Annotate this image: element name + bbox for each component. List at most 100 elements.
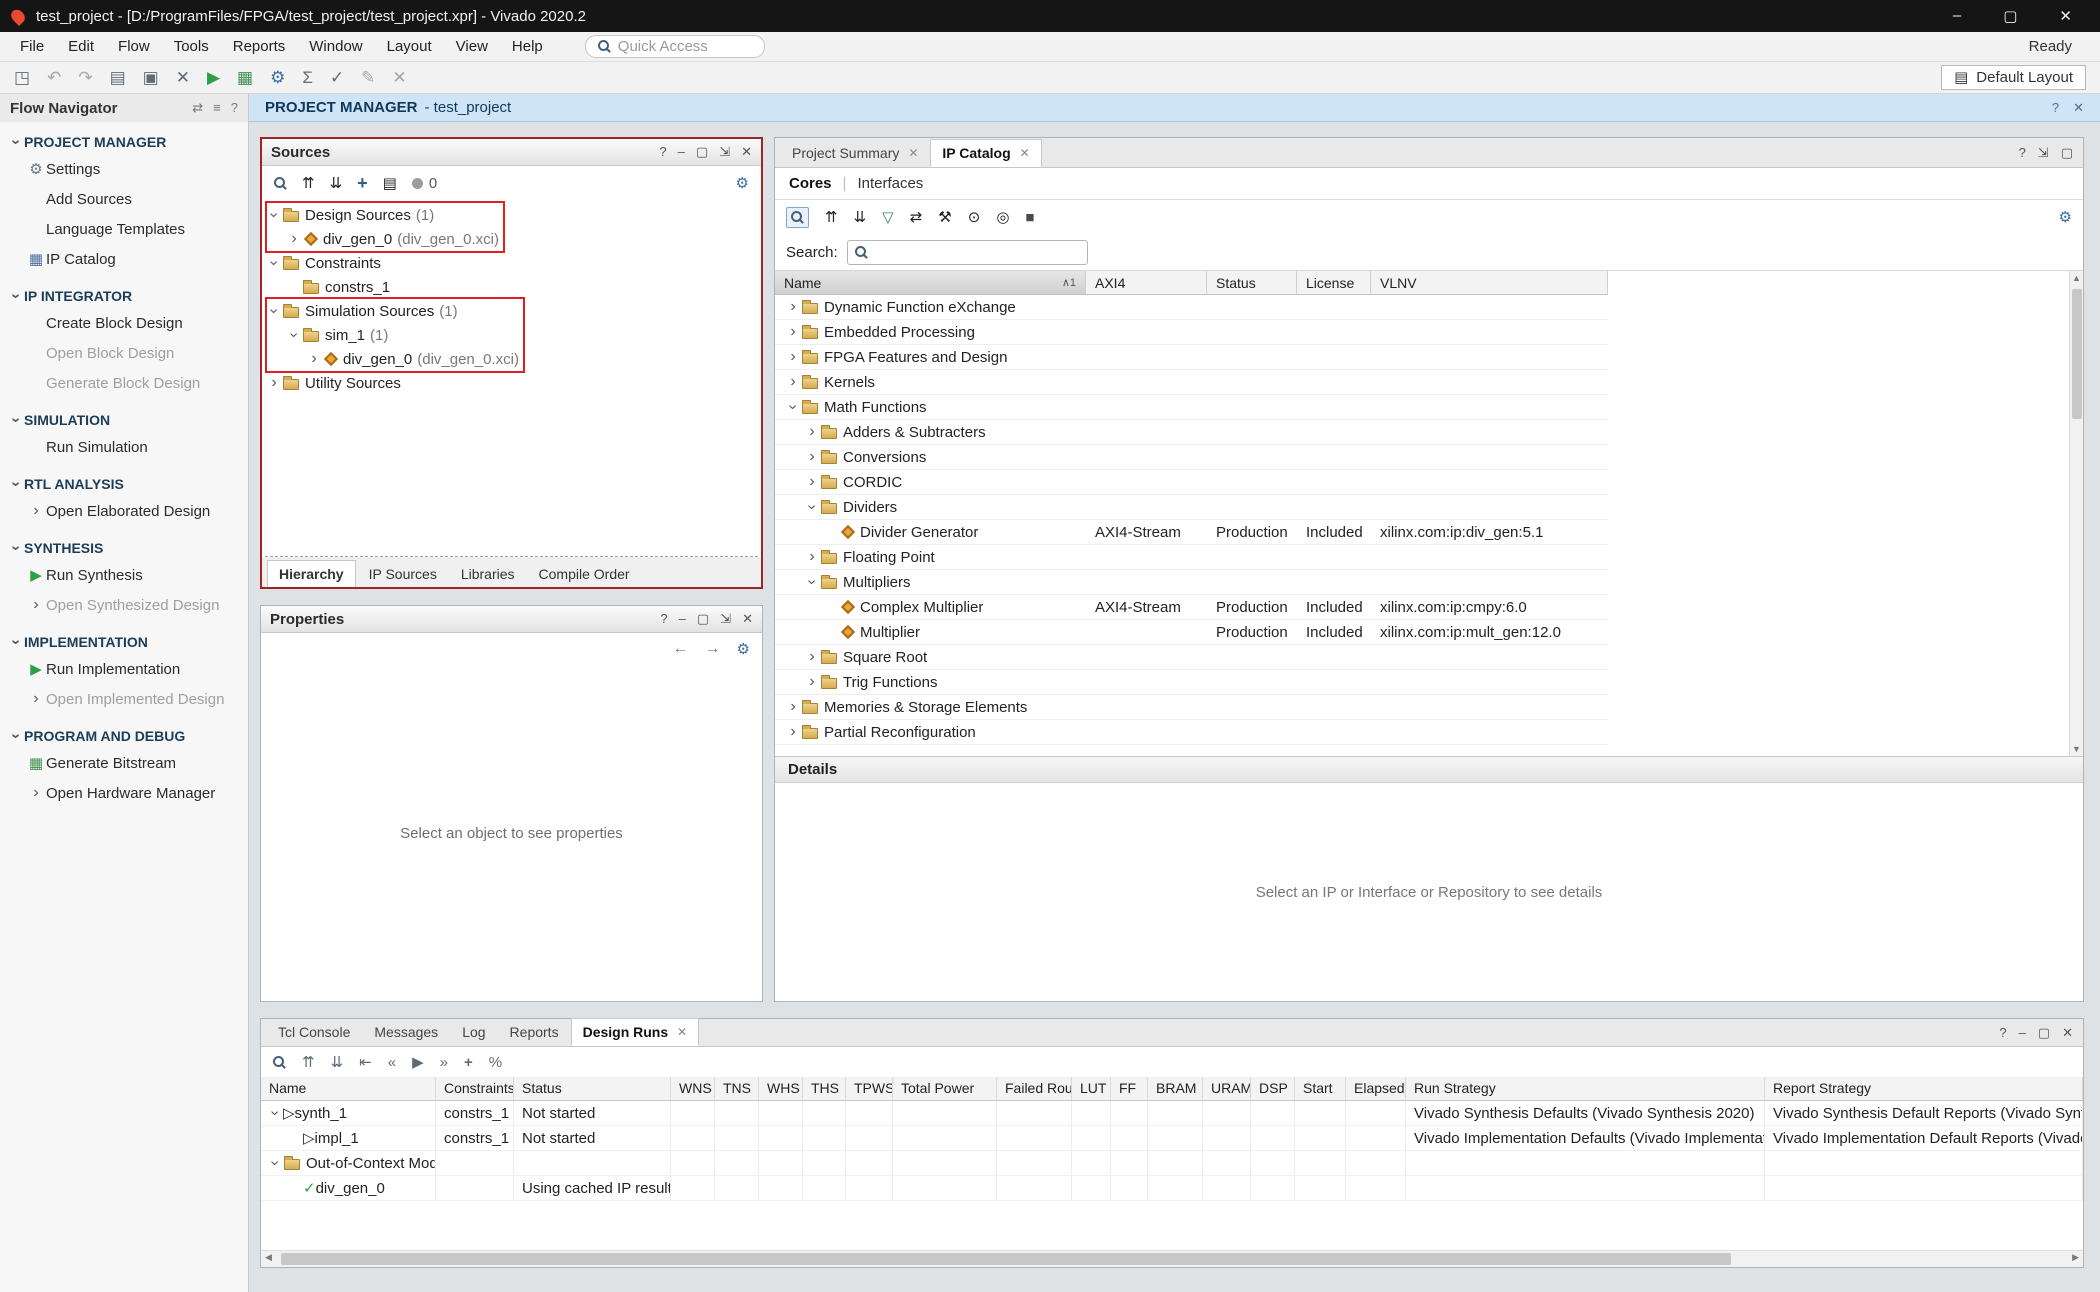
column-header-failed-routes[interactable]: Failed Routes: [997, 1077, 1072, 1101]
flow-item-open-hardware-manager[interactable]: ›Open Hardware Manager: [0, 778, 248, 808]
chevron-right-icon[interactable]: ›: [804, 424, 820, 440]
source-tree-item[interactable]: constrs_1: [262, 275, 761, 299]
sources-tab-libraries[interactable]: Libraries: [450, 561, 526, 587]
subtab-interfaces[interactable]: Interfaces: [857, 175, 923, 192]
chevron-down-icon[interactable]: ›: [267, 1155, 283, 1171]
menu-flow[interactable]: Flow: [106, 34, 162, 59]
chevron-down-icon[interactable]: ›: [267, 1105, 283, 1121]
play-icon[interactable]: ▶: [412, 1055, 424, 1070]
properties-panel-header[interactable]: Properties ?–▢⇲✕: [261, 606, 762, 633]
source-tree-item[interactable]: ›sim_1(1): [262, 323, 761, 347]
catalog-row[interactable]: ›Kernels: [775, 370, 1608, 395]
catalog-row[interactable]: ›Dynamic Function eXchange: [775, 295, 1608, 320]
settings-icon[interactable]: ⚙: [270, 69, 285, 86]
chevron-down-icon[interactable]: ›: [804, 574, 820, 590]
chevron-right-icon[interactable]: ›: [286, 231, 302, 247]
chevron-down-icon[interactable]: ›: [266, 207, 282, 223]
catalog-row[interactable]: Divider GeneratorAXI4-StreamProductionIn…: [775, 520, 1608, 545]
column-header-tpws[interactable]: TPWS: [846, 1077, 893, 1101]
float-icon[interactable]: ⇲: [720, 611, 731, 627]
scrollbar-thumb[interactable]: [281, 1253, 1731, 1265]
expand-all-icon[interactable]: ⇊: [330, 176, 343, 191]
chevron-right-icon[interactable]: ›: [785, 299, 801, 315]
gear-icon[interactable]: ⚙: [737, 642, 750, 657]
menu-file[interactable]: File: [8, 34, 56, 59]
catalog-row[interactable]: ›Embedded Processing: [775, 320, 1608, 345]
source-tree-item[interactable]: ›Utility Sources: [262, 371, 761, 395]
catalog-row[interactable]: MultiplierProductionIncludedxilinx.com:i…: [775, 620, 1608, 645]
chevron-right-icon[interactable]: ›: [785, 724, 801, 740]
chevron-right-icon[interactable]: ›: [785, 699, 801, 715]
gear-icon[interactable]: ⚙: [2059, 210, 2072, 225]
column-header-status[interactable]: Status: [514, 1077, 671, 1101]
close-icon[interactable]: ✕: [908, 146, 918, 160]
close-icon[interactable]: ✕: [2073, 100, 2084, 116]
column-header-status[interactable]: Status: [1207, 271, 1297, 295]
catalog-row[interactable]: ›FPGA Features and Design: [775, 345, 1608, 370]
catalog-row[interactable]: Complex MultiplierAXI4-StreamProductionI…: [775, 595, 1608, 620]
catalog-row[interactable]: ›Adders & Subtracters: [775, 420, 1608, 445]
column-header-ths[interactable]: THS: [803, 1077, 846, 1101]
collapse-all-icon[interactable]: ⇈: [302, 176, 315, 191]
flow-section-header[interactable]: ›IMPLEMENTATION: [0, 632, 248, 654]
maximize-icon[interactable]: ▢: [2061, 145, 2073, 161]
sources-tab-hierarchy[interactable]: Hierarchy: [267, 560, 356, 587]
catalog-row[interactable]: ›Memories & Storage Elements: [775, 695, 1608, 720]
save-icon[interactable]: ▤: [110, 69, 126, 86]
vertical-scrollbar[interactable]: ▲ ▼: [2069, 271, 2083, 756]
cancel-icon[interactable]: ✕: [392, 69, 406, 86]
flow-item-generate-block-design[interactable]: Generate Block Design: [0, 368, 248, 398]
close-icon[interactable]: ✕: [677, 1025, 687, 1039]
column-header-name[interactable]: Name: [261, 1077, 436, 1101]
search-icon[interactable]: [273, 1056, 286, 1069]
design-run-row[interactable]: ›▷synth_1constrs_1Not startedVivado Synt…: [261, 1101, 2083, 1126]
sources-tab-compile-order[interactable]: Compile Order: [528, 561, 641, 587]
flow-section-header[interactable]: ›SIMULATION: [0, 410, 248, 432]
flow-item-run-simulation[interactable]: Run Simulation: [0, 432, 248, 462]
flow-item-open-synthesized-design[interactable]: ›Open Synthesized Design: [0, 590, 248, 620]
flow-item-ip-catalog[interactable]: ▦IP Catalog: [0, 244, 248, 274]
chevron-right-icon[interactable]: ›: [306, 351, 322, 367]
column-header-vlnv[interactable]: VLNV: [1371, 271, 1608, 295]
source-tree-item[interactable]: ›Design Sources(1): [262, 203, 761, 227]
expand-all-icon[interactable]: ⇊: [331, 1055, 344, 1070]
design-run-row[interactable]: ›Out-of-Context Module Runs: [261, 1151, 2083, 1176]
bottom-tab-design-runs[interactable]: Design Runs✕: [571, 1018, 700, 1046]
search-button[interactable]: [786, 207, 809, 228]
rewind-icon[interactable]: «: [388, 1055, 396, 1070]
dock-icon[interactable]: ⇄: [192, 100, 203, 116]
close-icon[interactable]: ✕: [2059, 7, 2072, 25]
menu-reports[interactable]: Reports: [221, 34, 298, 59]
flow-item-run-implementation[interactable]: ▶Run Implementation: [0, 654, 248, 684]
maximize-icon[interactable]: ▢: [697, 611, 709, 627]
catalog-row[interactable]: ›Math Functions: [775, 395, 1608, 420]
chevron-down-icon[interactable]: ›: [804, 499, 820, 515]
chevron-right-icon[interactable]: ›: [785, 374, 801, 390]
column-header-report-strategy[interactable]: Report Strategy: [1765, 1077, 2083, 1101]
column-header-bram[interactable]: BRAM: [1148, 1077, 1203, 1101]
source-tree-item[interactable]: ›Constraints: [262, 251, 761, 275]
close-icon[interactable]: ✕: [741, 144, 752, 160]
float-icon[interactable]: ⇲: [719, 144, 730, 160]
catalog-row[interactable]: ›CORDIC: [775, 470, 1608, 495]
column-header-lut[interactable]: LUT: [1072, 1077, 1111, 1101]
catalog-row[interactable]: ›Conversions: [775, 445, 1608, 470]
fast-forward-icon[interactable]: »: [440, 1055, 448, 1070]
bottom-tab-tcl-console[interactable]: Tcl Console: [266, 1018, 362, 1046]
forward-arrow-icon[interactable]: →: [705, 640, 721, 658]
flow-item-run-synthesis[interactable]: ▶Run Synthesis: [0, 560, 248, 590]
horizontal-scrollbar[interactable]: ◀ ▶: [261, 1250, 2083, 1267]
flow-section-header[interactable]: ›PROGRAM AND DEBUG: [0, 726, 248, 748]
flow-item-create-block-design[interactable]: Create Block Design: [0, 308, 248, 338]
maximize-icon[interactable]: ▢: [696, 144, 708, 160]
menu-window[interactable]: Window: [297, 34, 374, 59]
details-header[interactable]: Details: [775, 756, 2083, 783]
scroll-up-icon[interactable]: ▲: [2072, 271, 2081, 285]
quick-access-input[interactable]: Quick Access: [585, 35, 765, 58]
delete-icon[interactable]: ✕: [176, 69, 190, 86]
minimize-icon[interactable]: –: [679, 611, 686, 627]
chevron-right-icon[interactable]: ›: [785, 349, 801, 365]
search-icon[interactable]: [274, 177, 287, 190]
menu-view[interactable]: View: [444, 34, 500, 59]
flow-item-open-implemented-design[interactable]: ›Open Implemented Design: [0, 684, 248, 714]
